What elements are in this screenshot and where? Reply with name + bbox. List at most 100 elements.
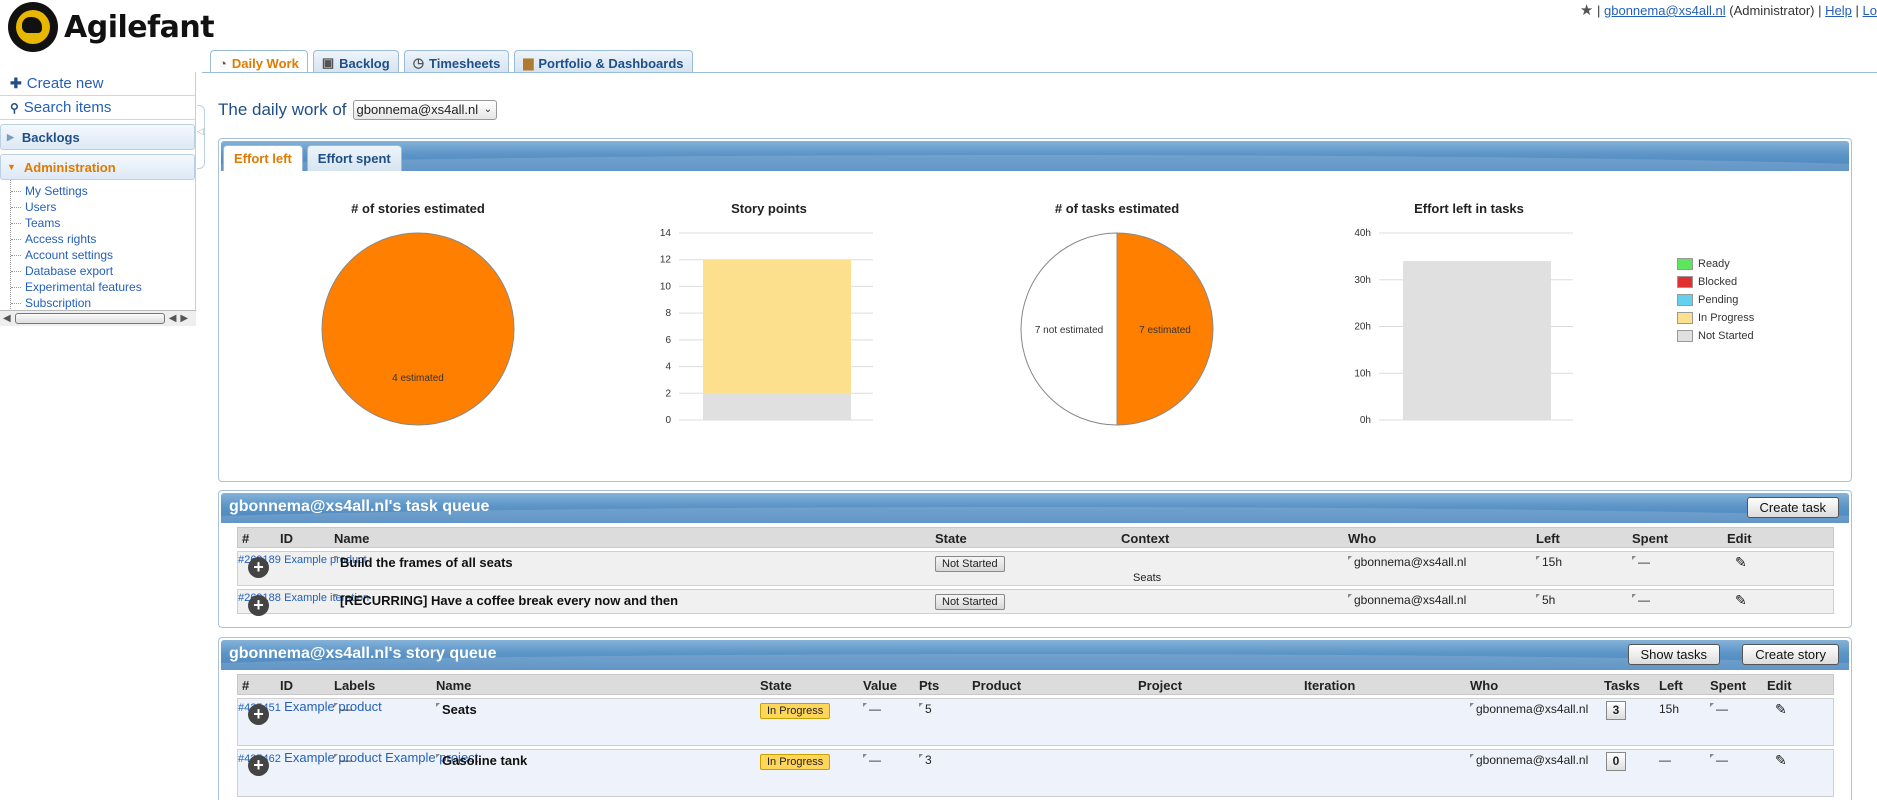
table-row[interactable]: + #425462 — Gasoline tank In Progress — … (237, 749, 1834, 797)
column-header[interactable]: Who (1470, 678, 1498, 693)
column-header[interactable]: Spent (1710, 678, 1746, 693)
sidebar-horizontal-scrollbar[interactable]: ◀ ◀ ▶ (0, 310, 196, 326)
show-tasks-button[interactable]: Show tasks (1627, 644, 1720, 665)
tab-effort-left[interactable]: Effort left (223, 145, 303, 171)
status-badge[interactable]: In Progress (760, 754, 831, 770)
effort-spent[interactable]: — (1710, 702, 1728, 716)
effort-spent[interactable]: — (1710, 753, 1728, 767)
favorite-star-icon[interactable]: ★ (1580, 2, 1593, 19)
admin-link-account-settings[interactable]: Account settings (25, 248, 113, 262)
column-header[interactable]: Pts (919, 678, 939, 693)
chart-legend: Ready Blocked Pending In Progress Not St… (1677, 255, 1754, 345)
table-row[interactable]: + #269188 [RECURRING] Have a coffee brea… (237, 589, 1834, 616)
column-header[interactable]: Left (1659, 678, 1683, 693)
chart-story-points: 0 2 4 6 8 10 12 14 (660, 228, 873, 426)
search-items-link[interactable]: ⚲ Search items (0, 96, 195, 120)
scrollbar-thumb[interactable] (14, 313, 165, 324)
help-link[interactable]: Help (1825, 3, 1852, 18)
scroll-right-icon[interactable]: ▶ (180, 313, 188, 324)
task-queue-title: gbonnema@xs4all.nl's task queue (229, 498, 490, 515)
admin-link-my-settings[interactable]: My Settings (25, 184, 88, 198)
admin-link-access-rights[interactable]: Access rights (25, 232, 96, 246)
app-logo[interactable]: Agilefant (8, 2, 215, 52)
column-header[interactable]: Name (436, 678, 471, 693)
column-header[interactable]: Left (1536, 531, 1560, 546)
user-select[interactable]: gbonnema@xs4all.nl ⌄ (352, 100, 498, 120)
responsible-user[interactable]: gbonnema@xs4all.nl (1348, 555, 1466, 569)
column-header[interactable]: ID (280, 531, 293, 546)
column-header[interactable]: Name (334, 531, 369, 546)
tab-daily-work[interactable]: ◔ Daily Work (210, 50, 308, 73)
create-task-button[interactable]: Create task (1746, 497, 1839, 518)
task-name[interactable]: Build the frames of all seats (334, 555, 513, 570)
column-header[interactable]: Labels (334, 678, 375, 693)
status-badge[interactable]: Not Started (935, 594, 1005, 610)
column-header[interactable]: State (760, 678, 792, 693)
column-header[interactable]: Who (1348, 531, 1376, 546)
effort-left[interactable]: 15h (1536, 555, 1562, 569)
sidebar-collapse-handle[interactable]: ◁ (197, 105, 205, 169)
status-badge[interactable]: In Progress (760, 703, 831, 719)
tab-effort-spent[interactable]: Effort spent (306, 145, 402, 171)
edit-pencil-icon[interactable]: ✎ (1735, 554, 1747, 571)
create-story-button[interactable]: Create story (1742, 644, 1839, 665)
expand-plus-icon[interactable]: + (248, 704, 269, 725)
story-name[interactable]: Seats (436, 702, 477, 717)
effort-left: — (1659, 753, 1671, 767)
story-points[interactable]: 5 (919, 702, 932, 716)
expand-plus-icon[interactable]: + (248, 595, 269, 616)
admin-link-experimental-features[interactable]: Experimental features (25, 280, 142, 294)
admin-link-subscription[interactable]: Subscription (25, 296, 91, 310)
edit-pencil-icon[interactable]: ✎ (1775, 701, 1787, 718)
admin-link-database-export[interactable]: Database export (25, 264, 113, 278)
sidebar-section-administration[interactable]: ▼ Administration (0, 154, 195, 180)
column-header[interactable]: Product (972, 678, 1021, 693)
responsible-user[interactable]: gbonnema@xs4all.nl (1348, 593, 1466, 607)
product-link[interactable]: Example product (284, 699, 382, 714)
table-row[interactable]: + #425451 — Seats In Progress — 5 Exampl… (237, 698, 1834, 746)
task-name[interactable]: [RECURRING] Have a coffee break every no… (334, 593, 678, 608)
column-header[interactable]: ID (280, 678, 293, 693)
effort-left[interactable]: 5h (1536, 593, 1555, 607)
table-row[interactable]: + #269189 Build the frames of all seats … (237, 551, 1834, 586)
effort-spent[interactable]: — (1632, 555, 1650, 569)
scroll-left-icon[interactable]: ◀ (169, 313, 177, 324)
task-count-badge[interactable]: 3 (1606, 701, 1626, 720)
story-labels[interactable]: — (334, 702, 352, 716)
logout-link[interactable]: Lo (1863, 3, 1877, 18)
responsible-user[interactable]: gbonnema@xs4all.nl (1470, 753, 1588, 767)
scroll-left-icon[interactable]: ◀ (3, 313, 11, 324)
responsible-user[interactable]: gbonnema@xs4all.nl (1470, 702, 1588, 716)
column-header[interactable]: Value (863, 678, 897, 693)
product-link[interactable]: Example product (284, 750, 382, 765)
edit-pencil-icon[interactable]: ✎ (1735, 592, 1747, 609)
expand-plus-icon[interactable]: + (248, 755, 269, 776)
admin-link-teams[interactable]: Teams (25, 216, 60, 230)
column-header[interactable]: Context (1121, 531, 1169, 546)
story-points[interactable]: 3 (919, 753, 932, 767)
chart-title-story-points: Story points (731, 201, 807, 216)
effort-spent[interactable]: — (1632, 593, 1650, 607)
page-title-text: The daily work of (218, 100, 347, 119)
story-labels[interactable]: — (334, 753, 352, 767)
story-name[interactable]: Gasoline tank (436, 753, 527, 768)
status-badge[interactable]: Not Started (935, 556, 1005, 572)
admin-link-users[interactable]: Users (25, 200, 56, 214)
column-header[interactable]: Project (1138, 678, 1182, 693)
legend-label: In Progress (1698, 312, 1755, 324)
expand-plus-icon[interactable]: + (248, 557, 269, 578)
tab-timesheets[interactable]: ◷ Timesheets (403, 50, 510, 72)
sidebar-section-backlogs[interactable]: ▶ Backlogs (0, 124, 195, 150)
column-header[interactable]: State (935, 531, 967, 546)
edit-pencil-icon[interactable]: ✎ (1775, 752, 1787, 769)
column-header[interactable]: Tasks (1604, 678, 1640, 693)
create-new-link[interactable]: ✚ Create new (0, 72, 195, 96)
column-header[interactable]: Iteration (1304, 678, 1355, 693)
column-header[interactable]: Spent (1632, 531, 1668, 546)
tab-portfolio[interactable]: ▆ Portfolio & Dashboards (514, 50, 693, 72)
story-value[interactable]: — (863, 702, 881, 716)
story-value[interactable]: — (863, 753, 881, 767)
tab-backlog[interactable]: ▣ Backlog (312, 50, 399, 72)
current-user-link[interactable]: gbonnema@xs4all.nl (1604, 3, 1726, 18)
task-count-badge[interactable]: 0 (1606, 752, 1626, 771)
